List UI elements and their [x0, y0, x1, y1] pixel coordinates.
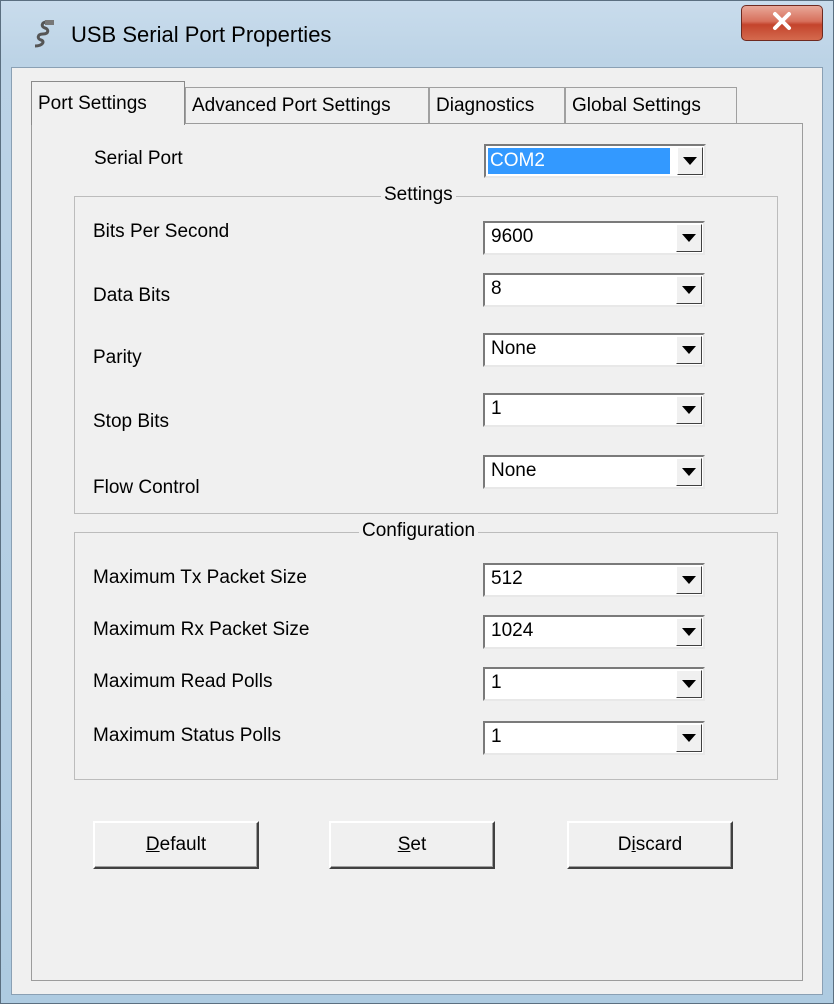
tab-diagnostics[interactable]: Diagnostics: [429, 87, 565, 123]
close-icon: [771, 11, 793, 36]
default-button[interactable]: Default: [93, 821, 259, 869]
chevron-down-icon[interactable]: [676, 336, 702, 364]
serial-port-value: COM2: [488, 148, 670, 174]
configuration-legend: Configuration: [359, 520, 479, 542]
flow-control-value: None: [491, 460, 537, 481]
chevron-down-icon[interactable]: [676, 224, 702, 252]
max-status-polls-select[interactable]: 1: [483, 721, 705, 755]
chevron-down-icon[interactable]: [677, 147, 703, 175]
close-button[interactable]: [741, 5, 823, 41]
max-rx-packet-size-select[interactable]: 1024: [483, 615, 705, 649]
configuration-group: Configuration Maximum Tx Packet Size 512…: [74, 520, 778, 780]
parity-value: None: [491, 338, 537, 359]
max-rx-packet-size-label: Maximum Rx Packet Size: [93, 619, 310, 640]
flow-control-label: Flow Control: [93, 477, 200, 498]
tab-port-settings[interactable]: Port Settings: [31, 81, 185, 125]
set-button-label: Set: [397, 834, 427, 855]
chevron-down-icon[interactable]: [676, 396, 702, 424]
serial-port-label: Serial Port: [94, 148, 183, 169]
bits-per-second-label: Bits Per Second: [93, 221, 230, 242]
set-button[interactable]: Set: [329, 821, 495, 869]
bits-per-second-value: 9600: [491, 226, 534, 247]
max-rx-packet-size-value: 1024: [491, 620, 534, 641]
max-status-polls-label: Maximum Status Polls: [93, 725, 281, 746]
discard-button-label: Discard: [617, 834, 683, 855]
data-bits-select[interactable]: 8: [483, 273, 705, 307]
window-title: USB Serial Port Properties: [71, 22, 332, 47]
chevron-down-icon[interactable]: [676, 566, 702, 594]
default-button-label: Default: [145, 834, 207, 855]
properties-window: USB Serial Port Properties Port Settings…: [0, 0, 834, 1004]
parity-select[interactable]: None: [483, 333, 705, 367]
max-tx-packet-size-value: 512: [491, 568, 523, 589]
serial-port-select[interactable]: COM2: [484, 144, 706, 178]
max-read-polls-value: 1: [491, 672, 502, 693]
tab-advanced-port-settings[interactable]: Advanced Port Settings: [185, 87, 429, 123]
data-bits-value: 8: [491, 278, 502, 299]
settings-legend: Settings: [381, 184, 456, 206]
bits-per-second-select[interactable]: 9600: [483, 221, 705, 255]
flow-control-select[interactable]: None: [483, 455, 705, 489]
parity-label: Parity: [93, 347, 142, 368]
stop-bits-select[interactable]: 1: [483, 393, 705, 427]
chevron-down-icon[interactable]: [676, 458, 702, 486]
discard-button[interactable]: Discard: [567, 821, 733, 869]
usb-serial-icon: [27, 19, 55, 49]
chevron-down-icon[interactable]: [676, 670, 702, 698]
stop-bits-label: Stop Bits: [93, 411, 170, 432]
max-read-polls-label: Maximum Read Polls: [93, 671, 273, 692]
stop-bits-value: 1: [491, 398, 502, 419]
data-bits-label: Data Bits: [93, 285, 171, 306]
settings-group: Settings Bits Per Second 9600 Data Bits …: [74, 184, 778, 514]
max-read-polls-select[interactable]: 1: [483, 667, 705, 701]
title-bar[interactable]: USB Serial Port Properties: [1, 1, 833, 67]
tab-global-settings[interactable]: Global Settings: [565, 87, 737, 123]
max-tx-packet-size-label: Maximum Tx Packet Size: [93, 567, 307, 588]
chevron-down-icon[interactable]: [676, 724, 702, 752]
chevron-down-icon[interactable]: [676, 618, 702, 646]
max-status-polls-value: 1: [491, 726, 502, 747]
max-tx-packet-size-select[interactable]: 512: [483, 563, 705, 597]
chevron-down-icon[interactable]: [676, 276, 702, 304]
